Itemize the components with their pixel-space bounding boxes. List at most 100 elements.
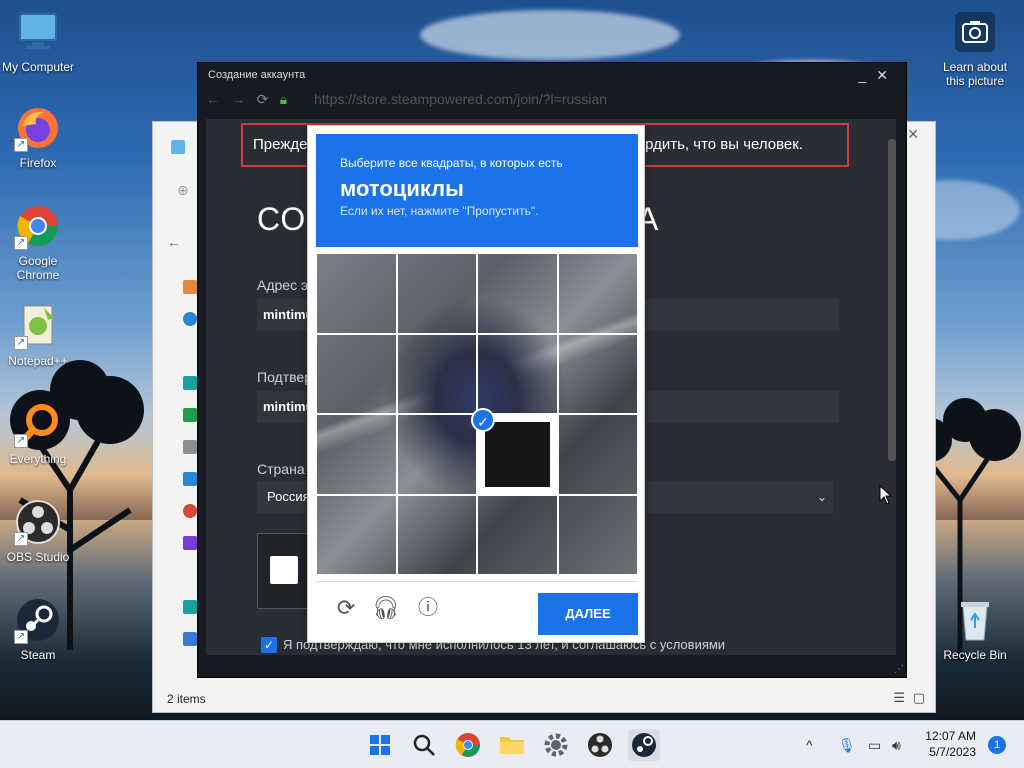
shortcut-arrow-icon: ↗ [14,532,28,546]
info-icon[interactable]: ⓘ [414,594,442,622]
back-arrow-icon[interactable]: ← [167,234,181,250]
steam-icon: ↗ [14,596,62,644]
confirm-email-label: Подтвер [257,369,312,385]
captcha-tile-r1-c3[interactable] [557,333,638,414]
next-button[interactable]: ДАЛЕЕ [538,593,638,635]
shortcut-arrow-icon: ↗ [14,336,28,350]
system-clock[interactable]: 12:07 AM 5/7/2023 [925,728,976,760]
captcha-tile-r0-c0[interactable] [316,253,397,334]
recycle-bin-icon [951,596,999,644]
captcha-image-grid: ✓ [316,253,638,575]
camera-icon [951,8,999,56]
captcha-instruction: Выберите все квадраты, в которых есть [340,156,563,170]
details-view-icon[interactable]: ☰ [893,690,905,706]
desktop-icon-label: Everything [9,452,67,466]
captcha-tile-r3-c0[interactable] [316,494,397,575]
folder-icon[interactable] [496,729,528,761]
email-label: Адрес э [257,277,309,293]
desktop-icon-everything[interactable]: ↗ Everything [0,400,76,466]
recaptcha-checkbox[interactable] [270,556,298,584]
shortcut-arrow-icon: ↗ [14,236,28,250]
scrollbar[interactable] [888,139,896,461]
banner-text-left: Прежде [253,136,308,153]
desktop-icon-obs[interactable]: ↗ OBS Studio [0,498,76,564]
forward-arrow-icon[interactable]: → [231,91,245,107]
captcha-tile-r1-c1[interactable] [396,333,477,414]
desktop-icon-label: Firefox [19,156,57,170]
clock-date: 5/7/2023 [929,745,976,759]
magnifier-icon: ↗ [14,400,62,448]
captcha-tile-r2-c0[interactable] [316,414,397,495]
desktop-icon-label: Learn about this picture [942,60,1008,88]
captcha-tile-r3-c1[interactable] [396,494,477,575]
desktop-icon-label: OBS Studio [6,550,70,564]
add-tab-icon[interactable]: ⊕ [177,182,191,198]
checkmark-icon[interactable]: ✓ [261,637,277,653]
desktop-icon-learn-about-picture[interactable]: Learn about this picture [936,8,1014,88]
desktop-folder-icon[interactable] [183,376,197,390]
captcha-tile-r1-c0[interactable] [316,333,397,414]
country-value: Россия [267,489,310,504]
chevron-down-icon: ⌄ [816,490,827,504]
monitor-icon [171,140,185,154]
reload-icon[interactable]: ⟳ [332,594,360,622]
close-icon[interactable]: ✕ [876,67,898,83]
captcha-footer: ⟳ 🎧︎ ⓘ ДАЛЕЕ [316,581,638,637]
captcha-tile-r0-c3[interactable] [557,253,638,334]
captcha-tile-r1-c2[interactable] [477,333,558,414]
desktop-icon-label: Google Chrome [16,254,60,282]
clock-time: 12:07 AM [925,729,976,743]
recaptcha-challenge: Выберите все квадраты, в которых есть мо… [307,125,645,643]
status-item-count: 2 items [167,692,206,706]
desktop-icon-label: Recycle Bin [943,648,1007,662]
microphone-icon[interactable]: 🎙︎ [838,721,856,768]
pictures-icon[interactable] [183,472,197,486]
reload-icon[interactable]: ⟳ [257,91,269,107]
home-icon[interactable] [183,280,197,294]
desktop-icon-firefox[interactable]: ↗ Firefox [0,104,76,170]
url-bar: ← → ⟳ 🔒︎ https://store.steampowered.com/… [198,87,906,111]
desktop-icon-chrome[interactable]: ↗ Google Chrome [0,202,76,282]
window-titlebar[interactable]: Создание аккаунта _✕ [198,63,906,87]
page-title-left: СО [257,201,307,237]
cloud-icon[interactable] [183,312,197,326]
desktop-icon-steam[interactable]: ↗ Steam [0,596,76,662]
search-icon[interactable] [408,729,440,761]
downloads-icon[interactable] [183,408,197,422]
documents-icon[interactable] [183,440,197,454]
shortcut-arrow-icon: ↗ [14,434,28,448]
network-icon[interactable] [183,632,197,646]
network-icon[interactable]: ▭ [868,721,881,768]
tiles-view-icon[interactable]: ▢ [913,690,925,706]
desktop-icon-recycle-bin[interactable]: Recycle Bin [936,596,1014,662]
notification-badge[interactable]: 1 [988,736,1006,754]
headphones-icon[interactable]: 🎧︎ [372,594,400,622]
desktop-icon-notepadpp[interactable]: ↗ Notepad++ [0,302,76,368]
monitor-icon [14,8,62,56]
banner-text-right: рдить, что вы человек. [645,136,803,153]
minimize-icon[interactable]: _ [858,67,876,83]
chrome-icon[interactable] [452,729,484,761]
back-arrow-icon[interactable]: ← [206,91,220,107]
close-icon[interactable]: ✕ [907,126,919,143]
captcha-tile-r3-c3[interactable] [557,494,638,575]
settings-gear-icon[interactable] [540,729,572,761]
steam-icon[interactable] [628,729,660,761]
music-icon[interactable] [183,504,197,518]
resize-grip-icon[interactable]: ⋰ [894,664,904,675]
chevron-up-icon[interactable]: ^ [806,721,813,768]
captcha-header: Выберите все квадраты, в которых есть мо… [316,134,638,247]
captcha-tile-r0-c2[interactable] [477,253,558,334]
captcha-tile-r2-c1[interactable] [396,414,477,495]
tile-selected-checkmark-icon: ✓ [471,408,495,432]
captcha-tile-r3-c2[interactable] [477,494,558,575]
volume-icon[interactable]: 🔊︎ [892,721,901,768]
captcha-object: мотоциклы [340,176,464,201]
this-pc-icon[interactable] [183,600,197,614]
captcha-tile-r2-c3[interactable] [557,414,638,495]
desktop-icon-my-computer[interactable]: My Computer [0,8,76,74]
start-button[interactable] [364,729,396,761]
captcha-tile-r0-c1[interactable] [396,253,477,334]
videos-icon[interactable] [183,536,197,550]
obs-icon[interactable] [584,729,616,761]
